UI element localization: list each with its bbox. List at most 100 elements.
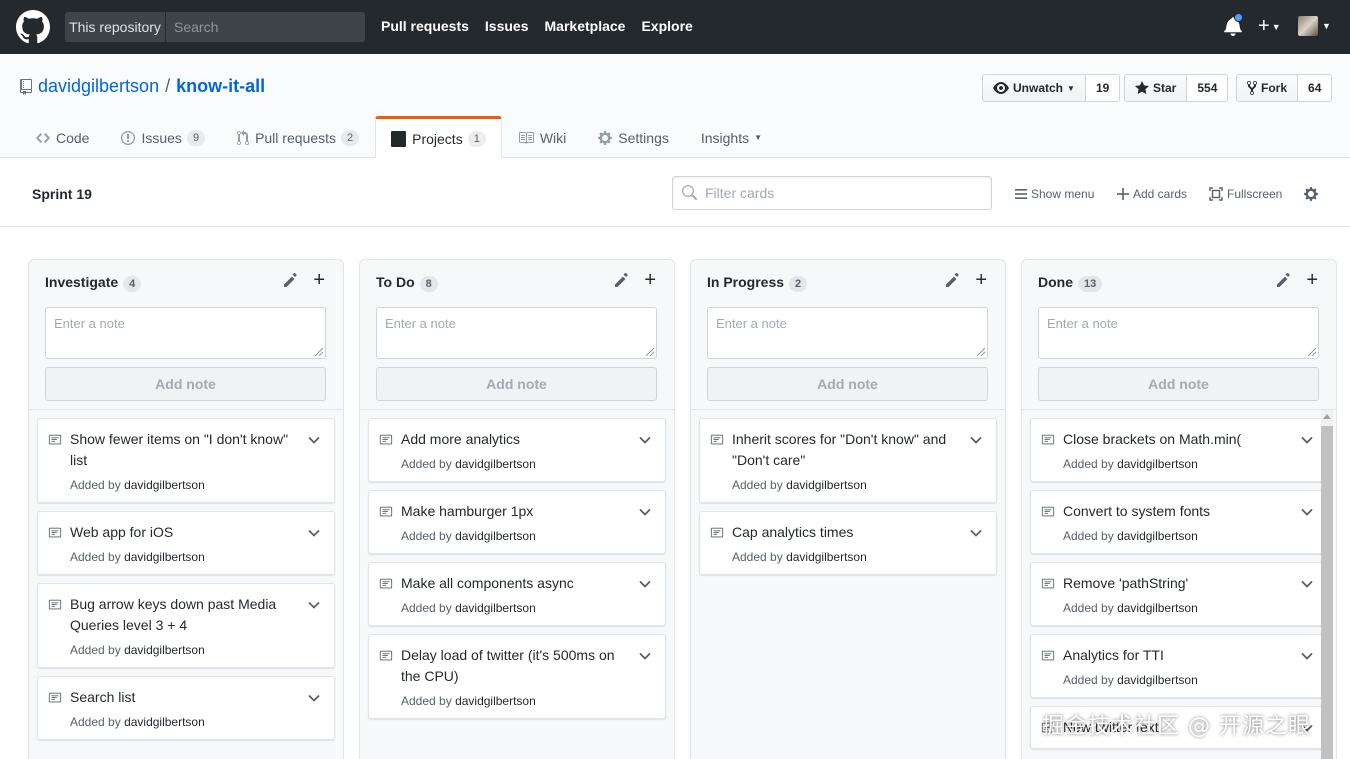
issue-card[interactable]: Search list Added by davidgilbertson bbox=[37, 676, 335, 740]
tab-insights[interactable]: Insights ▼ bbox=[685, 116, 778, 158]
chevron-down-icon[interactable] bbox=[639, 647, 651, 663]
show-menu-button[interactable]: Show menu bbox=[1015, 187, 1094, 201]
issue-card[interactable]: Convert to system fonts Added by davidgil… bbox=[1030, 490, 1328, 554]
pencil-icon[interactable] bbox=[946, 273, 960, 290]
add-note-button[interactable]: Add note bbox=[45, 367, 326, 401]
tab-pull-requests-label: Pull requests bbox=[255, 129, 336, 146]
issue-card[interactable]: Remove 'pathString' Added by davidgilbert… bbox=[1030, 562, 1328, 626]
add-cards-button[interactable]: Add cards bbox=[1117, 187, 1187, 201]
repo-owner-link[interactable]: davidgilbertson bbox=[38, 76, 159, 97]
card-author[interactable]: davidgilbertson bbox=[124, 643, 205, 657]
tab-pull-requests[interactable]: Pull requests 2 bbox=[221, 116, 375, 158]
chevron-down-icon[interactable] bbox=[1301, 647, 1313, 663]
tab-projects[interactable]: Projects 1 bbox=[375, 116, 502, 159]
star-button[interactable]: Star bbox=[1124, 74, 1188, 102]
pencil-icon[interactable] bbox=[615, 273, 629, 290]
column-scrollbar[interactable] bbox=[1321, 410, 1333, 759]
note-textarea[interactable]: Enter a note bbox=[1038, 307, 1319, 359]
nav-pull-requests[interactable]: Pull requests bbox=[381, 18, 469, 34]
user-menu[interactable]: ▼ bbox=[1298, 16, 1331, 36]
github-logo-icon[interactable] bbox=[16, 10, 50, 44]
column-title: In Progress 2 bbox=[707, 274, 808, 292]
card-author[interactable]: davidgilbertson bbox=[455, 529, 536, 543]
pencil-icon[interactable] bbox=[1277, 273, 1291, 290]
note-textarea[interactable]: Enter a note bbox=[376, 307, 657, 359]
issue-icon bbox=[121, 130, 136, 145]
chevron-down-icon[interactable] bbox=[639, 431, 651, 447]
issue-card[interactable]: Bug arrow keys down past Media Queries l… bbox=[37, 583, 335, 668]
tab-settings[interactable]: Settings bbox=[582, 116, 685, 158]
scroll-up-arrow-icon[interactable] bbox=[1323, 414, 1331, 419]
tab-code[interactable]: Code bbox=[20, 116, 105, 158]
nav-explore[interactable]: Explore bbox=[641, 18, 692, 34]
chevron-down-icon[interactable] bbox=[970, 431, 982, 447]
note-textarea[interactable]: Enter a note bbox=[707, 307, 988, 359]
chevron-down-icon[interactable] bbox=[1301, 503, 1313, 519]
issue-card[interactable]: Cap analytics times Added by davidgilbert… bbox=[699, 511, 997, 575]
pull-request-icon bbox=[237, 129, 250, 145]
card-meta: Added by davidgilbertson bbox=[1063, 673, 1295, 687]
issue-card[interactable]: Inherit scores for "Don't know" and "Don… bbox=[699, 418, 997, 503]
unwatch-button[interactable]: Unwatch ▼ bbox=[982, 74, 1086, 102]
issue-card[interactable]: Web app for iOS Added by davidgilbertson bbox=[37, 511, 335, 575]
issue-card[interactable]: Delay load of twitter (it's 500ms on the… bbox=[368, 634, 666, 719]
chevron-down-icon[interactable] bbox=[1301, 431, 1313, 447]
issue-card[interactable]: Make all components async Added by davidg… bbox=[368, 562, 666, 626]
issue-card[interactable]: Show fewer items on "I don't know" list A… bbox=[37, 418, 335, 503]
tab-issues[interactable]: Issues 9 bbox=[105, 116, 221, 158]
scrollbar-thumb[interactable] bbox=[1321, 426, 1333, 759]
card-author[interactable]: davidgilbertson bbox=[1117, 529, 1198, 543]
card-author[interactable]: davidgilbertson bbox=[124, 715, 205, 729]
card-author[interactable]: davidgilbertson bbox=[786, 550, 867, 564]
chevron-down-icon[interactable] bbox=[308, 431, 320, 447]
card-author[interactable]: davidgilbertson bbox=[455, 694, 536, 708]
card-author[interactable]: davidgilbertson bbox=[1117, 601, 1198, 615]
card-author[interactable]: davidgilbertson bbox=[1117, 673, 1198, 687]
issue-card[interactable]: Close brackets on Math.min(Added by davi… bbox=[1030, 418, 1328, 482]
add-note-button[interactable]: Add note bbox=[1038, 367, 1319, 401]
card-meta: Added by davidgilbertson bbox=[1063, 601, 1295, 615]
card-meta-prefix: Added by bbox=[732, 550, 783, 564]
chevron-down-icon[interactable] bbox=[970, 524, 982, 540]
fork-button[interactable]: Fork bbox=[1236, 74, 1299, 102]
chevron-down-icon[interactable] bbox=[639, 503, 651, 519]
watchers-count[interactable]: 19 bbox=[1085, 74, 1121, 102]
card-author[interactable]: davidgilbertson bbox=[124, 478, 205, 492]
add-note-button[interactable]: Add note bbox=[707, 367, 988, 401]
card-title: Bug arrow keys down past Media Queries l… bbox=[70, 596, 277, 633]
note-textarea[interactable]: Enter a note bbox=[45, 307, 326, 359]
card-meta: Added by davidgilbertson bbox=[732, 478, 964, 492]
header-search[interactable]: This repository Search bbox=[65, 12, 365, 42]
stargazers-count[interactable]: 554 bbox=[1187, 74, 1229, 102]
card-author[interactable]: davidgilbertson bbox=[786, 478, 867, 492]
chevron-down-icon[interactable] bbox=[308, 689, 320, 705]
nav-issues[interactable]: Issues bbox=[485, 18, 529, 34]
search-input[interactable]: Search bbox=[166, 12, 365, 42]
add-card-plus-icon[interactable]: + bbox=[1306, 270, 1318, 290]
card-author[interactable]: davidgilbertson bbox=[124, 550, 205, 564]
nav-marketplace[interactable]: Marketplace bbox=[545, 18, 626, 34]
add-card-plus-icon[interactable]: + bbox=[313, 270, 325, 290]
add-card-plus-icon[interactable]: + bbox=[644, 270, 656, 290]
chevron-down-icon[interactable] bbox=[308, 524, 320, 540]
repo-name-link[interactable]: know-it-all bbox=[176, 76, 265, 97]
tab-wiki[interactable]: Wiki bbox=[502, 116, 582, 158]
forks-count[interactable]: 64 bbox=[1298, 74, 1333, 102]
gear-icon[interactable] bbox=[1303, 186, 1319, 202]
issue-card[interactable]: Add more analytics Added by davidgilberts… bbox=[368, 418, 666, 482]
filter-cards-input[interactable]: Filter cards bbox=[672, 176, 992, 210]
card-author[interactable]: davidgilbertson bbox=[455, 457, 536, 471]
chevron-down-icon[interactable] bbox=[639, 575, 651, 591]
issue-card[interactable]: Analytics for TTI Added by davidgilbertso… bbox=[1030, 634, 1328, 698]
add-card-plus-icon[interactable]: + bbox=[975, 270, 987, 290]
add-note-button[interactable]: Add note bbox=[376, 367, 657, 401]
chevron-down-icon[interactable] bbox=[308, 596, 320, 612]
pencil-icon[interactable] bbox=[284, 273, 298, 290]
fullscreen-button[interactable]: Fullscreen bbox=[1209, 187, 1282, 201]
create-new-menu[interactable]: + ▼ bbox=[1258, 16, 1281, 37]
issue-card[interactable]: Make hamburger 1px Added by davidgilberts… bbox=[368, 490, 666, 554]
card-author[interactable]: davidgilbertson bbox=[1117, 457, 1198, 471]
card-author[interactable]: davidgilbertson bbox=[455, 601, 536, 615]
chevron-down-icon[interactable] bbox=[1301, 575, 1313, 591]
column-count-badge: 4 bbox=[123, 276, 142, 292]
